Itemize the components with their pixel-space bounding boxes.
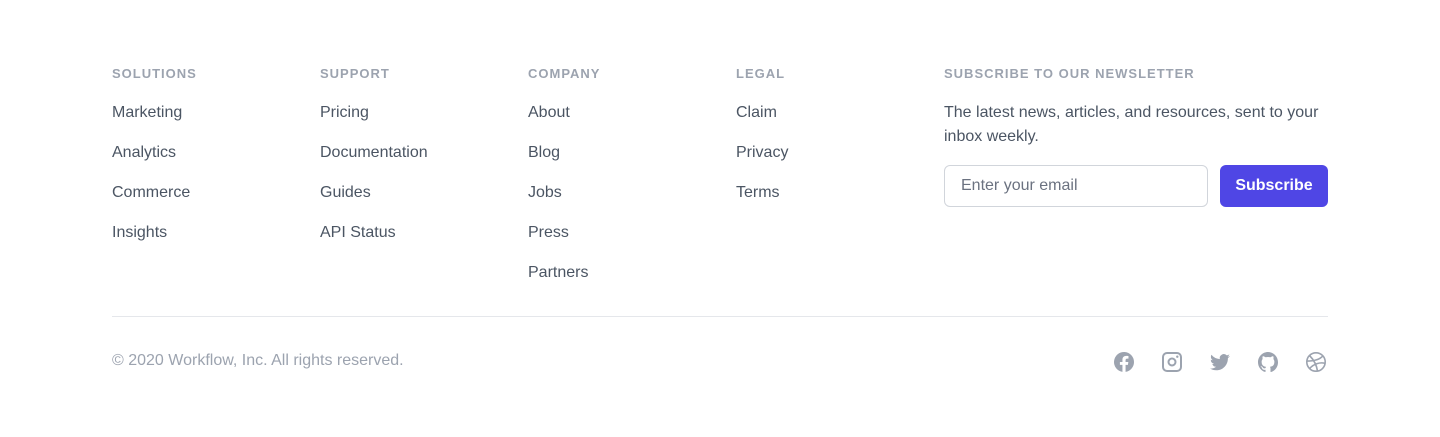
newsletter-title: SUBSCRIBE TO OUR NEWSLETTER xyxy=(944,66,1195,81)
link-analytics[interactable]: Analytics xyxy=(112,141,320,165)
link-marketing[interactable]: Marketing xyxy=(112,101,320,125)
link-privacy[interactable]: Privacy xyxy=(736,141,944,165)
link-about[interactable]: About xyxy=(528,101,736,125)
column-title: Support xyxy=(320,66,390,81)
newsletter-form: Subscribe xyxy=(944,165,1328,207)
link-press[interactable]: Press xyxy=(528,221,736,245)
link-guides[interactable]: Guides xyxy=(320,181,528,205)
newsletter: SUBSCRIBE TO OUR NEWSLETTER The latest n… xyxy=(944,66,1328,207)
column-support: Support Pricing Documentation Guides API… xyxy=(320,66,528,301)
divider xyxy=(112,316,1328,317)
link-commerce[interactable]: Commerce xyxy=(112,181,320,205)
subscribe-button[interactable]: Subscribe xyxy=(1220,165,1328,207)
facebook-icon[interactable] xyxy=(1112,350,1136,374)
column-solutions: Solutions Marketing Analytics Commerce I… xyxy=(112,66,320,301)
link-blog[interactable]: Blog xyxy=(528,141,736,165)
link-jobs[interactable]: Jobs xyxy=(528,181,736,205)
column-title: Legal xyxy=(736,66,786,81)
footer-columns: Solutions Marketing Analytics Commerce I… xyxy=(112,66,944,301)
github-icon[interactable] xyxy=(1256,350,1280,374)
column-title: Company xyxy=(528,66,601,81)
social-links xyxy=(1112,350,1328,374)
link-pricing[interactable]: Pricing xyxy=(320,101,528,125)
newsletter-description: The latest news, articles, and resources… xyxy=(944,104,1319,145)
link-terms[interactable]: Terms xyxy=(736,181,944,205)
link-documentation[interactable]: Documentation xyxy=(320,141,528,165)
column-title: Solutions xyxy=(112,66,197,81)
link-insights[interactable]: Insights xyxy=(112,221,320,245)
column-company: Company About Blog Jobs Press Partners xyxy=(528,66,736,301)
column-legal: Legal Claim Privacy Terms xyxy=(736,66,944,301)
link-claim[interactable]: Claim xyxy=(736,101,944,125)
link-partners[interactable]: Partners xyxy=(528,261,736,285)
email-input[interactable] xyxy=(944,165,1208,207)
link-api-status[interactable]: API Status xyxy=(320,221,528,245)
dribbble-icon[interactable] xyxy=(1304,350,1328,374)
copyright: © 2020 Workflow, Inc. All rights reserve… xyxy=(112,352,404,369)
twitter-icon[interactable] xyxy=(1208,350,1232,374)
instagram-icon[interactable] xyxy=(1160,350,1184,374)
